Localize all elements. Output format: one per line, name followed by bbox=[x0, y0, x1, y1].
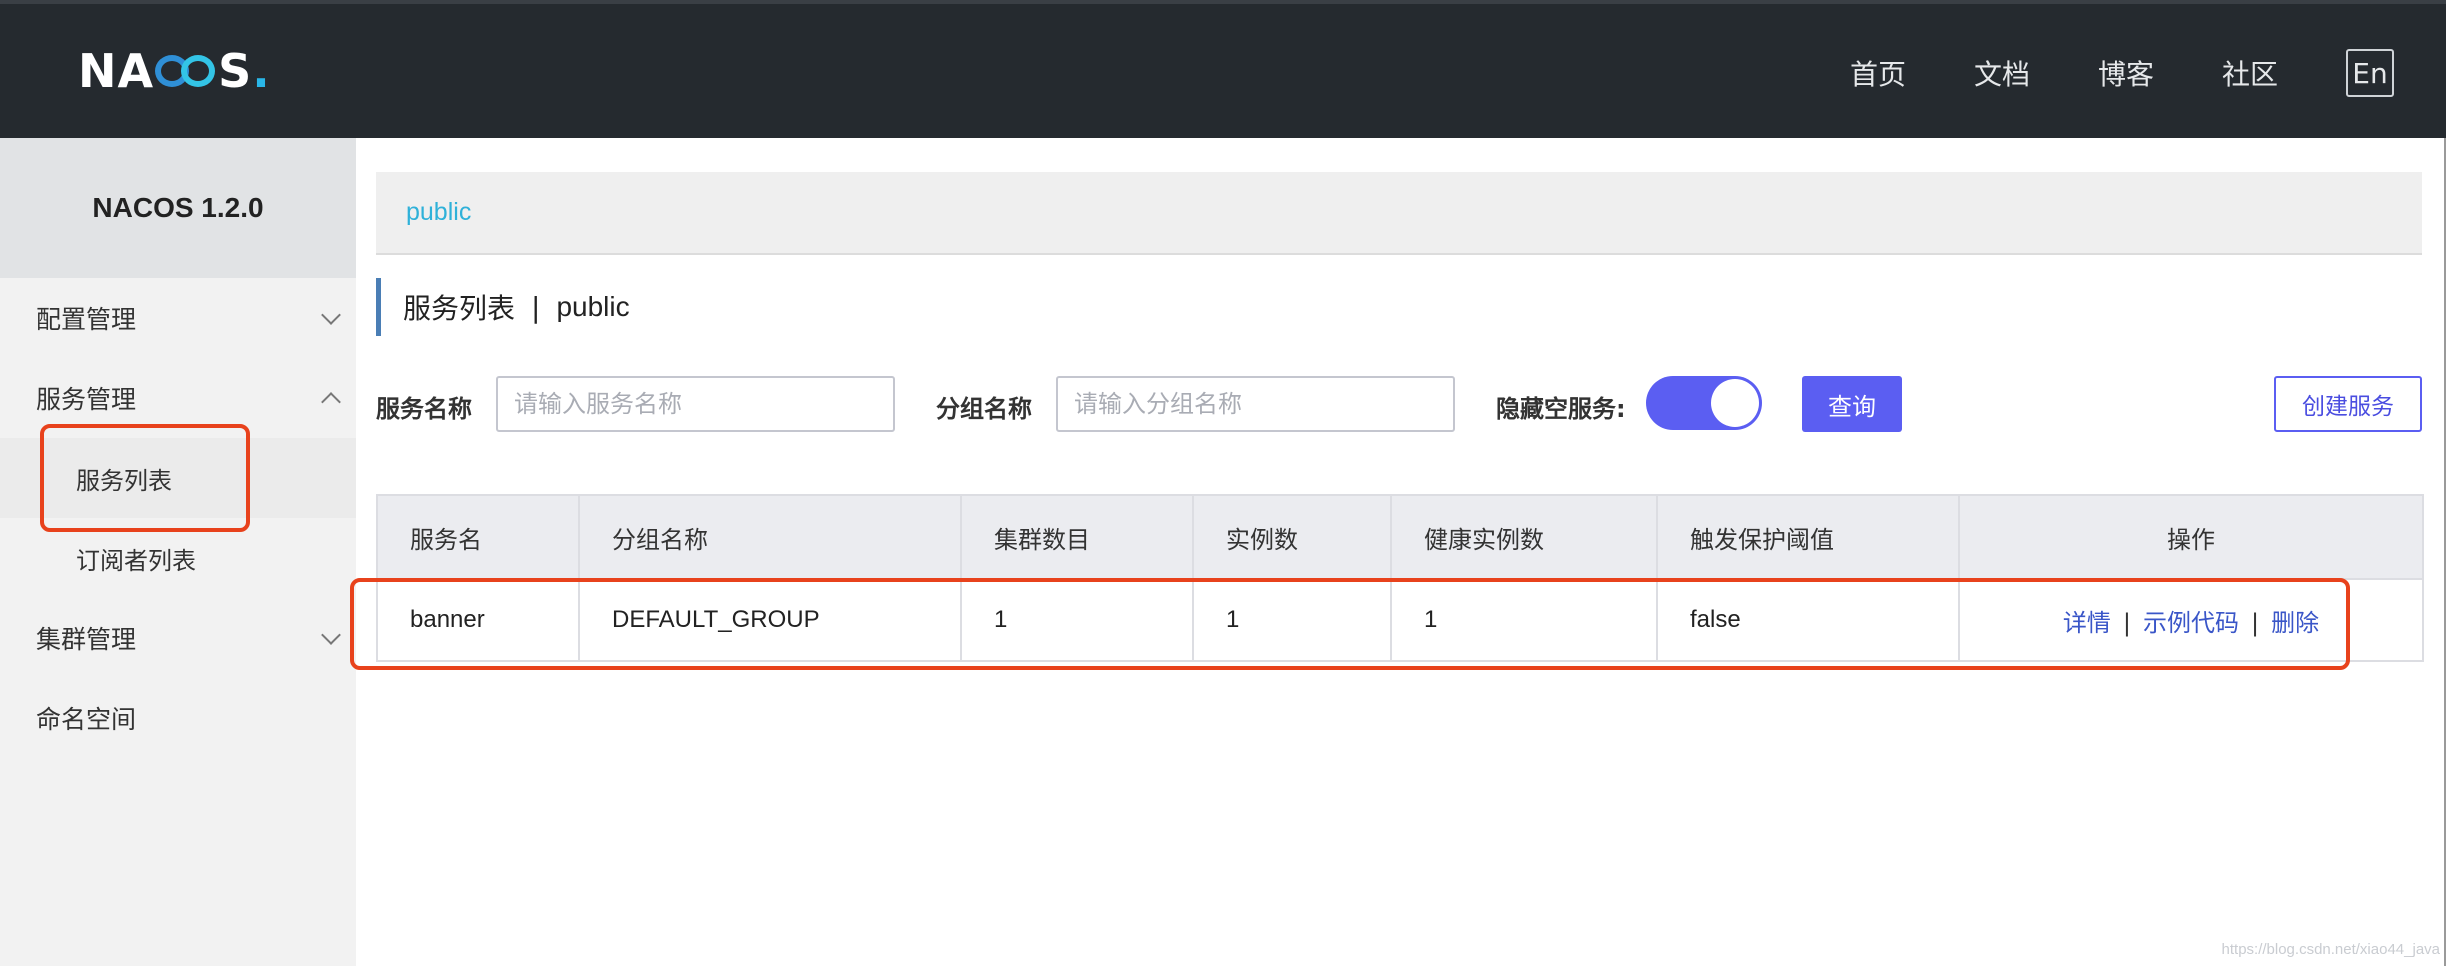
logo-dot: . bbox=[252, 44, 271, 98]
sidebar-item-cluster[interactable]: 集群管理 bbox=[36, 618, 341, 658]
logo-text-left: NA bbox=[78, 44, 155, 98]
title-separator: | bbox=[531, 290, 541, 324]
version-label: NACOS 1.2.0 bbox=[0, 138, 356, 278]
sidebar-item-label: 集群管理 bbox=[36, 625, 137, 654]
column-header: 服务名 bbox=[376, 494, 580, 580]
nav-home[interactable]: 首页 bbox=[1850, 53, 1906, 93]
service-name-input[interactable] bbox=[496, 376, 895, 432]
sidebar-item-config[interactable]: 配置管理 bbox=[36, 298, 341, 338]
service-name-label: 服务名称 bbox=[376, 394, 472, 423]
nav-docs[interactable]: 文档 bbox=[1974, 53, 2030, 93]
create-service-button[interactable]: 创建服务 bbox=[2274, 376, 2422, 432]
watermark: https://blog.csdn.net/xiao44_java bbox=[2221, 941, 2440, 958]
language-toggle-button[interactable]: En bbox=[2346, 49, 2394, 97]
group-name-input[interactable] bbox=[1056, 376, 1455, 432]
chevron-down-icon bbox=[321, 305, 341, 325]
sidebar: NACOS 1.2.0 配置管理 服务管理 服务列表 订阅者列表 集群管理 命名… bbox=[0, 138, 356, 966]
highlight-box-row bbox=[350, 578, 2350, 670]
column-header: 健康实例数 bbox=[1390, 494, 1658, 580]
page-title: 服务列表 | public bbox=[376, 278, 630, 336]
namespace-tab-public[interactable]: public bbox=[376, 172, 2422, 255]
sidebar-item-label: 命名空间 bbox=[36, 705, 137, 734]
top-navbar: NA S . 首页 文档 博客 社区 En bbox=[0, 0, 2446, 138]
hide-empty-label: 隐藏空服务: bbox=[1496, 394, 1626, 423]
group-name-label: 分组名称 bbox=[936, 394, 1032, 423]
sidebar-item-label: 服务管理 bbox=[36, 385, 137, 414]
top-nav: 首页 文档 博客 社区 En bbox=[1850, 4, 2446, 142]
sidebar-item-label: 订阅者列表 bbox=[76, 546, 196, 575]
page-title-text: 服务列表 bbox=[403, 292, 516, 325]
column-header: 分组名称 bbox=[578, 494, 962, 580]
logo-text-right: S bbox=[218, 44, 253, 98]
sidebar-item-subscriber-list[interactable]: 订阅者列表 bbox=[0, 518, 356, 598]
nav-blog[interactable]: 博客 bbox=[2098, 53, 2154, 93]
column-header: 集群数目 bbox=[960, 494, 1194, 580]
namespace-label: public bbox=[406, 198, 472, 226]
sidebar-item-namespace[interactable]: 命名空间 bbox=[36, 698, 338, 738]
nacos-logo[interactable]: NA S . bbox=[78, 44, 271, 98]
query-button[interactable]: 查询 bbox=[1802, 376, 1902, 432]
sidebar-item-label: 配置管理 bbox=[36, 305, 137, 334]
chevron-up-icon bbox=[321, 392, 341, 412]
toggle-knob bbox=[1711, 379, 1759, 427]
column-header: 实例数 bbox=[1192, 494, 1392, 580]
logo-rings-icon bbox=[155, 53, 217, 89]
chevron-down-icon bbox=[321, 625, 341, 645]
highlight-box-menu bbox=[40, 424, 250, 532]
hide-empty-toggle[interactable] bbox=[1646, 376, 1762, 430]
nav-community[interactable]: 社区 bbox=[2222, 53, 2278, 93]
column-header: 操作 bbox=[1958, 494, 2424, 580]
table-header-row: 服务名 分组名称 集群数目 实例数 健康实例数 触发保护阈值 操作 bbox=[376, 494, 2424, 580]
page-title-namespace: public bbox=[556, 291, 630, 322]
column-header: 触发保护阈值 bbox=[1656, 494, 1960, 580]
sidebar-item-service[interactable]: 服务管理 bbox=[36, 378, 341, 418]
